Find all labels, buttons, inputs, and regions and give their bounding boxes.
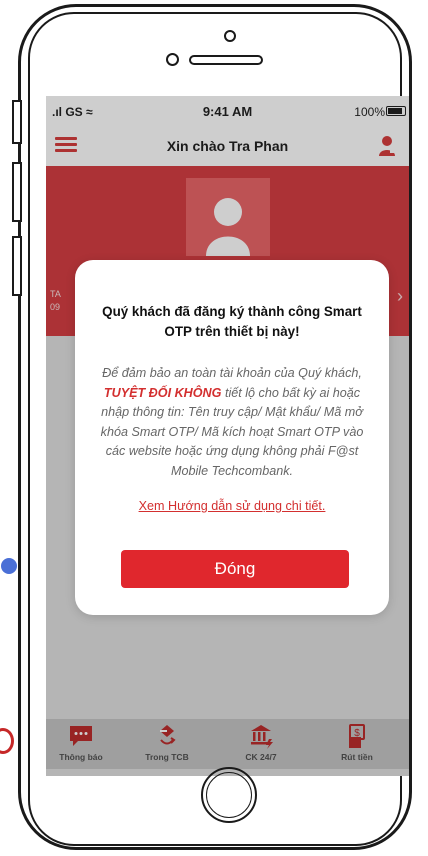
warning-highlight: TUYỆT ĐỐI KHÔNG [103,385,222,400]
volume-up-button [12,162,22,222]
dialog-title: Quý khách đã đăng ký thành công Smart OT… [102,304,362,339]
front-camera [224,30,236,42]
guide-link[interactable]: Xem Hướng dẫn sử dụng chi tiết. [75,499,389,513]
phone-screen: .ıl GS ≈ 9:41 AM 100% Xin chào Tra Phan … [46,96,409,776]
earpiece-speaker [189,55,263,65]
proximity-sensor [166,53,179,66]
volume-down-button [12,236,22,296]
smart-otp-success-dialog: Quý khách đã đăng ký thành công Smart OT… [75,260,389,615]
dialog-body: Để đảm bảo an toàn tài khoản của Quý khá… [100,366,364,478]
mute-switch [12,100,22,144]
annotation-mark [0,728,14,754]
close-button[interactable]: Đóng [121,550,349,588]
home-button[interactable] [201,767,257,823]
annotation-dot [1,558,17,574]
